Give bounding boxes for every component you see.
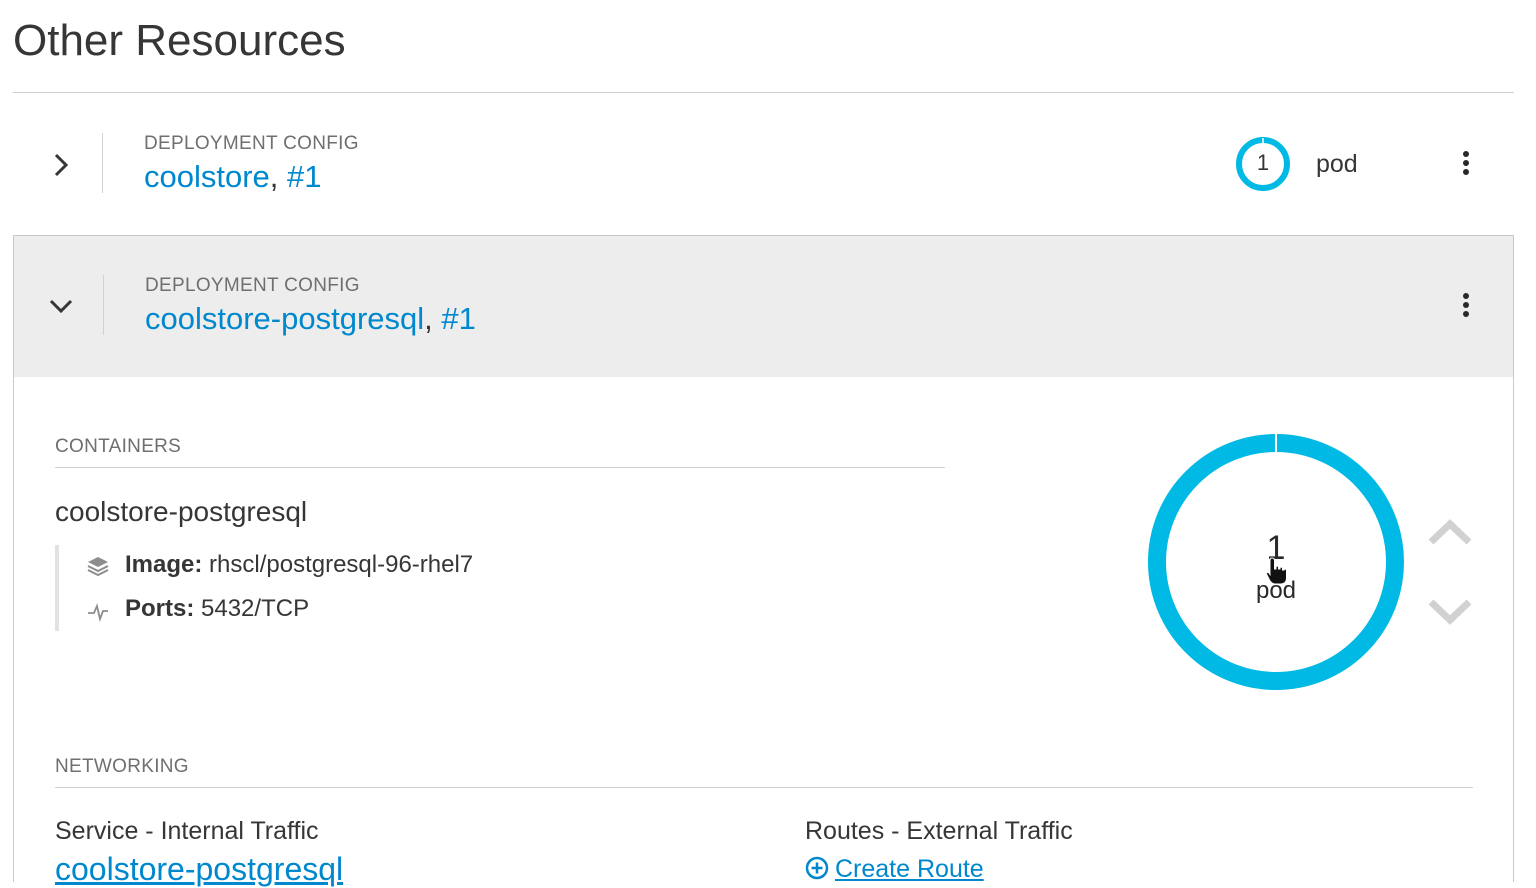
image-value: rhscl/postgresql-96-rhel7 — [209, 551, 474, 578]
containers-divider — [55, 467, 945, 468]
chevron-down-icon[interactable] — [44, 288, 78, 322]
routes-heading: Routes - External Traffic — [805, 817, 1073, 845]
networking-divider — [55, 787, 1473, 788]
deployment-details-panel: CONTAINERS coolstore-postgresql Image: r… — [13, 377, 1514, 887]
create-route-label: Create Route — [835, 855, 984, 883]
service-link[interactable]: coolstore-postgresql — [55, 851, 343, 888]
resource-name: coolstore-postgresql, #1 — [145, 301, 476, 337]
name-separator: , — [424, 301, 433, 336]
kebab-menu-icon[interactable] — [1460, 293, 1472, 323]
ports-value: 5432/TCP — [201, 595, 310, 622]
revision-link[interactable]: #1 — [287, 159, 321, 194]
container-name: coolstore-postgresql — [55, 496, 308, 527]
pod-label: pod — [1316, 150, 1358, 178]
deployment-row-coolstore: DEPLOYMENT CONFIG coolstore, #1 1 pod — [13, 93, 1512, 234]
container-details: Image: rhscl/postgresql-96-rhel7 Ports: … — [55, 545, 559, 631]
plus-circle-icon — [805, 856, 829, 880]
resource-kind-label: DEPLOYMENT CONFIG — [144, 133, 359, 154]
deployment-link[interactable]: coolstore — [144, 159, 270, 194]
name-separator: , — [269, 159, 279, 194]
row-divider — [102, 133, 103, 193]
resource-kind-label: DEPLOYMENT CONFIG — [145, 275, 360, 296]
deployment-row-coolstore-postgresql: DEPLOYMENT CONFIG coolstore-postgresql, … — [13, 235, 1514, 378]
pulse-icon — [87, 601, 109, 623]
pod-count: 1 — [1256, 150, 1270, 175]
containers-heading: CONTAINERS — [55, 436, 182, 457]
networking-heading: NETWORKING — [55, 756, 189, 777]
layers-icon — [87, 555, 109, 577]
deployment-link[interactable]: coolstore-postgresql — [145, 301, 424, 336]
service-heading: Service - Internal Traffic — [55, 817, 319, 845]
image-label: Image: — [125, 551, 203, 578]
resource-name: coolstore, #1 — [144, 159, 322, 195]
ports-label: Ports: — [125, 595, 195, 622]
image-line: Image: rhscl/postgresql-96-rhel7 — [125, 551, 473, 579]
revision-link[interactable]: #1 — [441, 301, 475, 336]
scale-down-chevron-icon[interactable] — [1427, 598, 1473, 626]
create-route-link[interactable]: Create Route — [805, 855, 984, 884]
ports-line: Ports: 5432/TCP — [125, 595, 309, 623]
section-title: Other Resources — [13, 16, 346, 65]
chevron-right-icon[interactable] — [43, 148, 77, 182]
hand-cursor-icon — [1265, 556, 1289, 586]
pod-count-donut-mini[interactable]: 1 — [1235, 136, 1291, 192]
row-divider — [103, 275, 104, 335]
kebab-menu-icon[interactable] — [1460, 151, 1472, 181]
scale-up-chevron-icon[interactable] — [1427, 518, 1473, 546]
